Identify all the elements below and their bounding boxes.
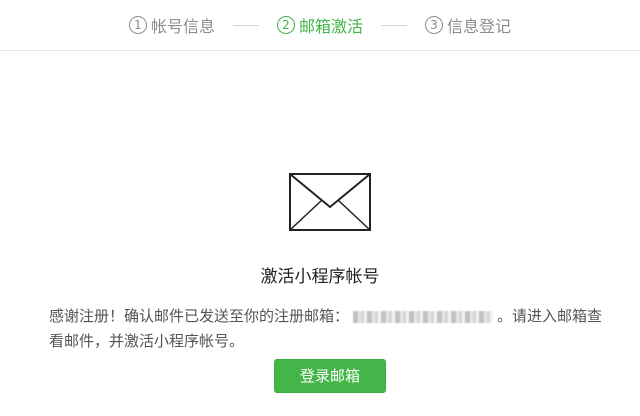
activation-description: 感谢注册！确认邮件已发送至你的注册邮箱： 。请进入邮箱查看邮件，并激活小程序帐号。 <box>49 304 611 354</box>
description-before-email: 感谢注册！确认邮件已发送至你的注册邮箱： <box>49 307 350 325</box>
login-email-button[interactable]: 登录邮箱 <box>274 359 386 393</box>
step-number-1: 1 <box>128 16 147 34</box>
email-activation-page: 1 帐号信息 2 邮箱激活 3 信息登记 激活小程序帐号 感谢注册！确认邮件已发… <box>0 0 640 416</box>
step-number-2: 2 <box>276 16 295 34</box>
step-label-info-registration: 信息登记 <box>447 17 512 36</box>
step-divider <box>381 24 407 26</box>
progress-steps: 1 帐号信息 2 邮箱激活 3 信息登记 <box>0 0 640 51</box>
activation-title: 激活小程序帐号 <box>260 267 380 287</box>
step-label-email-activation: 邮箱激活 <box>298 17 363 36</box>
step-divider <box>232 24 259 26</box>
step-label-account-info: 帐号信息 <box>150 17 215 36</box>
step-email-activation: 2 邮箱激活 <box>276 13 363 37</box>
masked-email-address <box>353 310 494 323</box>
step-number-3: 3 <box>425 16 443 34</box>
step-info-registration: 3 信息登记 <box>425 13 511 37</box>
step-account-info: 1 帐号信息 <box>128 13 215 37</box>
envelope-icon <box>289 173 371 231</box>
